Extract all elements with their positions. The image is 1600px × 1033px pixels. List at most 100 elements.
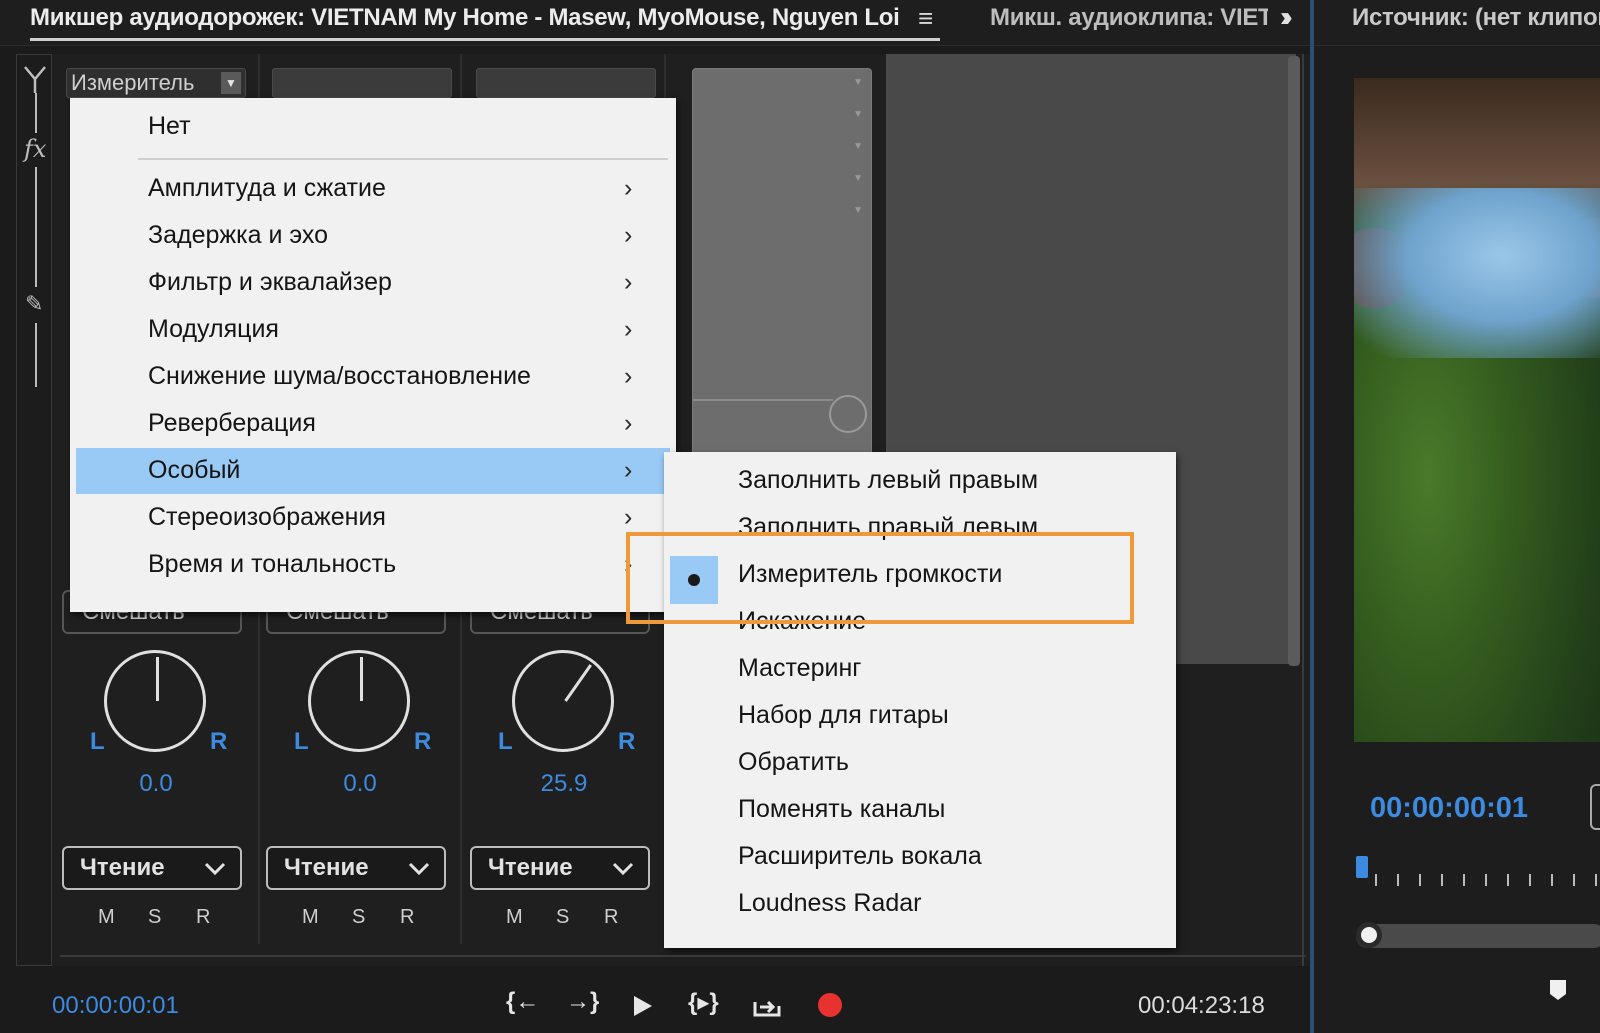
slot-arrow-icon[interactable]: ▼ (853, 205, 863, 216)
chevron-right-icon: › (624, 456, 633, 484)
hamburger-icon[interactable]: ≡ (918, 3, 933, 34)
play-in-to-out-icon[interactable]: {▸} (688, 988, 719, 1022)
dropdown-arrow-icon[interactable]: ▼ (221, 72, 241, 94)
pan-value-track-3[interactable]: 25.9 (504, 770, 624, 798)
effect-slot-track-1[interactable]: Измеритель ▼ (66, 68, 246, 98)
double-chevron-right-icon[interactable]: ›› (1280, 1, 1292, 33)
chevron-down-icon (408, 862, 430, 876)
slot-arrow-icon[interactable]: ▼ (853, 141, 863, 152)
menu-item-modulation[interactable]: Модуляция › (76, 307, 670, 353)
submenu-item-guitar-suite[interactable]: Набор для гитары (664, 693, 1176, 739)
mute-button-track-1[interactable]: M (98, 906, 115, 929)
menu-item-time-pitch[interactable]: Время и тональность › (76, 542, 670, 588)
slot-arrow-icon[interactable]: ▼ (853, 173, 863, 184)
submenu-item-invert[interactable]: Обратить (664, 740, 1176, 786)
playhead[interactable] (1356, 856, 1368, 878)
zoom-scroll-handle[interactable] (1356, 922, 1382, 948)
menu-item-label: Нет (148, 112, 191, 140)
tab-audio-clip-mixer[interactable]: Микш. аудиоклипа: VIETNAM (990, 4, 1268, 32)
submenu-item-vocal-enhancer[interactable]: Расширитель вокала (664, 834, 1176, 880)
pan-left-label: L (294, 728, 309, 755)
menu-item-label: Амплитуда и сжатие (148, 174, 386, 202)
time-ruler[interactable] (1356, 860, 1600, 888)
slot-arrow-icon[interactable]: ▼ (853, 77, 863, 88)
go-to-in-point-icon[interactable]: {← (506, 988, 539, 1022)
record-button-track-2[interactable]: R (400, 906, 414, 929)
pan-right-label: R (618, 728, 636, 755)
menu-item-none[interactable]: Нет (76, 104, 670, 150)
video-content (1354, 188, 1600, 358)
pan-value-track-2[interactable]: 0.0 (300, 770, 420, 798)
menu-item-reverb[interactable]: Реверберация › (76, 401, 670, 447)
annotation-highlight-box (626, 532, 1134, 624)
automation-mode-dropdown-track-2[interactable]: Чтение (266, 846, 446, 890)
submenu-item-swap-channels[interactable]: Поменять каналы (664, 787, 1176, 833)
tab-source[interactable]: Источник: (нет клипов) (1352, 4, 1600, 32)
rail-line (35, 167, 37, 287)
record-icon[interactable] (818, 993, 842, 1017)
submenu-item-mastering[interactable]: Мастеринг (664, 646, 1176, 692)
mixer-panel-border (1302, 54, 1304, 966)
solo-button-track-2[interactable]: S (352, 906, 365, 929)
menu-item-amplitude-compression[interactable]: Амплитуда и сжатие › (76, 166, 670, 212)
slot-arrow-icon[interactable]: ▼ (853, 109, 863, 120)
pan-value-track-1[interactable]: 0.0 (96, 770, 216, 798)
fit-dropdown[interactable] (1590, 784, 1600, 830)
chevron-right-icon: › (624, 409, 633, 437)
menu-item-label: Фильтр и эквалайзер (148, 268, 392, 296)
effect-slot-track-3[interactable] (476, 68, 656, 98)
submenu-item-loudness-radar[interactable]: Loudness Radar (664, 881, 1176, 927)
send-knob[interactable] (829, 395, 867, 433)
active-tab-underline (30, 38, 940, 41)
go-to-out-point-icon[interactable]: →} (566, 988, 599, 1022)
submenu-item-label: Обратить (738, 748, 849, 776)
pan-knob-track-2[interactable] (308, 650, 410, 752)
panel-tab-bar: Микшер аудиодорожек: VIETNAM My Home - M… (0, 0, 1600, 46)
mixer-current-timecode[interactable]: 00:00:00:01 (52, 992, 179, 1020)
mixer-bottom-divider (60, 955, 1306, 957)
zoom-scroll-bar[interactable] (1356, 924, 1600, 948)
menu-item-special[interactable]: Особый › (76, 448, 670, 494)
effect-slot-track-2[interactable] (272, 68, 452, 98)
chevron-right-icon: › (624, 362, 633, 390)
source-timecode[interactable]: 00:00:00:01 (1370, 792, 1528, 825)
menu-item-noise-reduction[interactable]: Снижение шума/восстановление › (76, 354, 670, 400)
automation-mode-dropdown-track-1[interactable]: Чтение (62, 846, 242, 890)
effect-slot-stack-track-4[interactable]: ▼ ▼ ▼ ▼ ▼ (692, 68, 872, 463)
automation-mode-label: Чтение (284, 854, 369, 881)
knob-pointer (564, 664, 592, 702)
menu-item-filter-eq[interactable]: Фильтр и эквалайзер › (76, 260, 670, 306)
fx-rail: fx ✎ (16, 54, 52, 966)
menu-item-label: Особый (148, 456, 241, 484)
loop-icon[interactable] (752, 994, 782, 1018)
play-icon[interactable] (632, 994, 654, 1018)
rail-line (35, 323, 37, 387)
solo-button-track-3[interactable]: S (556, 906, 569, 929)
fx-label: fx (24, 135, 47, 163)
special-submenu: Заполнить левый правым Заполнить правый … (664, 452, 1176, 948)
slot-divider (693, 399, 833, 401)
mute-button-track-2[interactable]: M (302, 906, 319, 929)
rail-line (35, 93, 37, 133)
submenu-item-fill-left-with-right[interactable]: Заполнить левый правым (664, 458, 1176, 504)
submenu-item-label: Поменять каналы (738, 795, 946, 823)
record-button-track-1[interactable]: R (196, 906, 210, 929)
pan-knob-track-3[interactable] (512, 650, 614, 752)
mixer-vertical-scrollbar[interactable] (1288, 56, 1300, 666)
record-button-track-3[interactable]: R (604, 906, 618, 929)
chevron-right-icon: › (624, 174, 633, 202)
mixer-duration-timecode: 00:04:23:18 (1138, 992, 1265, 1019)
marker-icon[interactable] (1548, 978, 1568, 1002)
mute-button-track-3[interactable]: M (506, 906, 523, 929)
menu-item-delay-echo[interactable]: Задержка и эхо › (76, 213, 670, 259)
automation-mode-label: Чтение (80, 854, 165, 881)
submenu-item-label: Loudness Radar (738, 889, 922, 917)
pan-knob-track-1[interactable] (104, 650, 206, 752)
tab-audio-track-mixer[interactable]: Микшер аудиодорожек: VIETNAM My Home - M… (30, 4, 900, 32)
automation-mode-dropdown-track-3[interactable]: Чтение (470, 846, 650, 890)
solo-button-track-1[interactable]: S (148, 906, 161, 929)
menu-item-stereo-imagery[interactable]: Стереоизображения › (76, 495, 670, 541)
knob-pointer (156, 657, 159, 701)
y-split-icon (24, 66, 46, 93)
effects-menu: Нет Амплитуда и сжатие › Задержка и эхо … (70, 98, 676, 612)
